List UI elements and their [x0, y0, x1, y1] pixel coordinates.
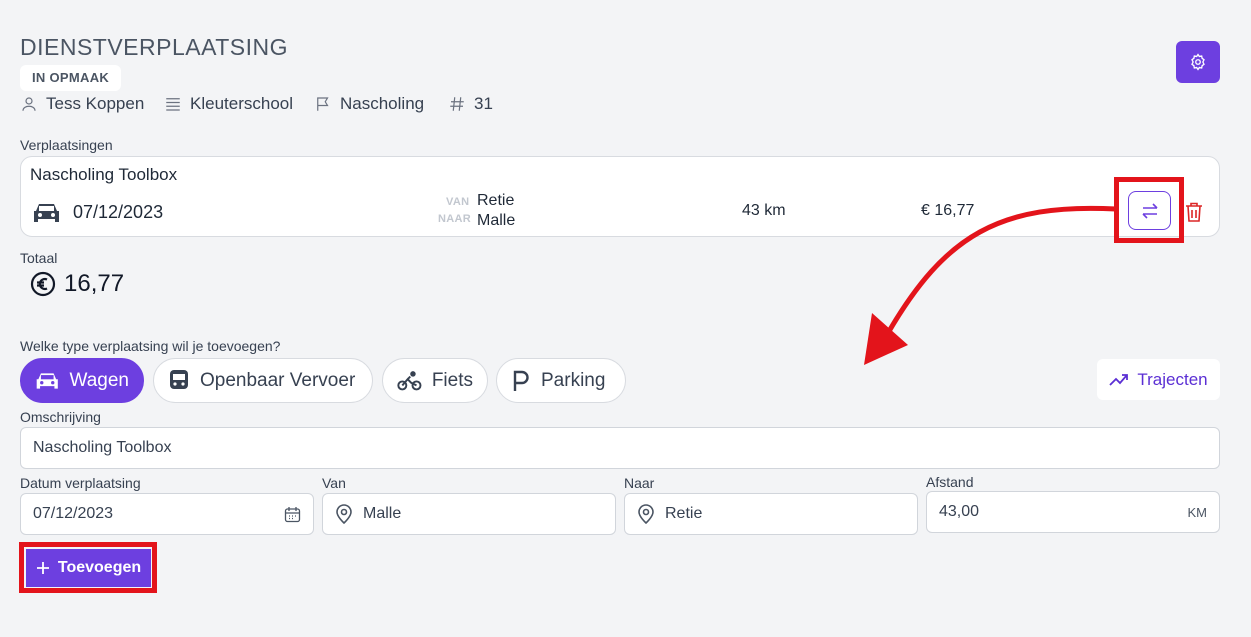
euro-icon [30, 271, 56, 297]
distance-value: 43,00 [939, 503, 980, 520]
to-label: Naar [624, 475, 655, 491]
trips-label: Verplaatsingen [20, 137, 113, 153]
meta-school: Kleuterschool [164, 93, 293, 115]
swap-icon [1141, 202, 1158, 219]
type-label: Fiets [431, 369, 473, 391]
type-question: Welke type verplaatsing wil je toevoegen… [20, 338, 281, 354]
from-input[interactable]: Malle [322, 493, 616, 535]
type-label: Openbaar Vervoer [200, 369, 356, 391]
description-label: Omschrijving [20, 409, 101, 425]
add-button[interactable]: Toevoegen [26, 549, 151, 587]
date-value: 07/12/2023 [33, 505, 114, 522]
type-label: Parking [541, 369, 606, 391]
description-input[interactable]: Nascholing Toolbox [20, 427, 1220, 469]
car-icon [36, 372, 58, 389]
category-name: Nascholing [340, 94, 425, 113]
car-icon [34, 204, 59, 222]
from-value: Malle [363, 505, 402, 522]
status-badge: IN OPMAAK [20, 65, 122, 91]
meta-number: 31 [448, 93, 493, 115]
record-number: 31 [474, 94, 493, 113]
from-tag: VAN [446, 196, 470, 208]
type-chip-parking[interactable]: Parking [496, 358, 626, 403]
add-label: Toevoegen [57, 559, 142, 576]
trip-distance: 43 km [742, 202, 786, 219]
date-input[interactable]: 07/12/2023 [20, 493, 314, 535]
annotation-arrow [864, 205, 1119, 365]
parking-icon [513, 370, 529, 391]
map-pin-icon [638, 504, 654, 524]
meta-person: Tess Koppen [20, 93, 144, 115]
gear-icon [1191, 53, 1205, 71]
trip-title: Nascholing Toolbox [30, 165, 178, 184]
user-icon [22, 97, 36, 111]
trip-from: Retie [477, 192, 515, 209]
to-input[interactable]: Retie [624, 493, 918, 535]
type-chip-fiets[interactable]: Fiets [382, 358, 488, 403]
trajecten-label: Trajecten [1137, 369, 1208, 389]
type-chip-openbaar-vervoer[interactable]: Openbaar Vervoer [153, 358, 373, 403]
train-icon [170, 369, 188, 389]
trajecten-button[interactable]: Trajecten [1097, 359, 1220, 400]
calendar-icon[interactable] [284, 506, 301, 523]
type-chip-wagen[interactable]: Wagen [20, 358, 144, 403]
trip-date: 07/12/2023 [73, 202, 164, 222]
page-title: DIENSTVERPLAATSING [20, 34, 289, 60]
total-amount: 16,77 [64, 270, 125, 297]
bike-icon [397, 370, 422, 390]
distance-input[interactable]: 43,00 KM [926, 491, 1220, 533]
total-label: Totaal [20, 250, 58, 266]
trip-to: Malle [477, 212, 516, 229]
school-name: Kleuterschool [190, 94, 294, 113]
plus-icon [36, 562, 49, 574]
hash-icon [450, 97, 464, 111]
distance-label: Afstand [926, 474, 974, 490]
to-value: Retie [665, 505, 703, 522]
from-label: Van [322, 475, 346, 491]
settings-button[interactable] [1176, 41, 1220, 83]
date-label: Datum verplaatsing [20, 475, 141, 491]
swap-direction-button[interactable] [1128, 191, 1171, 230]
total-amount-row: 16,77 [30, 270, 124, 298]
delete-icon[interactable] [1185, 202, 1203, 222]
map-pin-icon [336, 504, 352, 524]
trending-up-icon [1109, 373, 1129, 386]
distance-unit: KM [1187, 504, 1208, 520]
to-tag: NAAR [438, 213, 471, 225]
type-label: Wagen [69, 369, 130, 391]
flag-icon [317, 97, 329, 111]
school-icon [166, 98, 180, 111]
person-name: Tess Koppen [46, 94, 145, 113]
description-value: Nascholing Toolbox [33, 439, 172, 456]
meta-category: Nascholing [314, 93, 424, 115]
